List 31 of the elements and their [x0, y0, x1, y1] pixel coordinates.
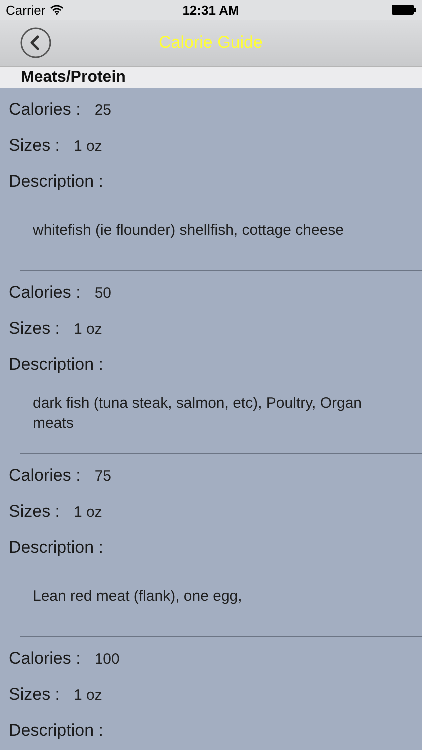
description-label: Description : — [9, 172, 104, 192]
description-label: Description : — [9, 355, 104, 375]
sizes-label: Sizes : — [9, 502, 60, 522]
calories-value: 100 — [94, 650, 120, 668]
calories-label: Calories : — [9, 649, 81, 669]
section-header: Meats/Protein — [0, 67, 422, 88]
screen-title: Calorie Guide — [159, 33, 263, 53]
status-time: 12:31 AM — [182, 2, 240, 18]
description-text: dark fish (tuna steak, salmon, etc), Poultry, Organ meats — [33, 394, 364, 434]
sizes-label: Sizes : — [9, 319, 60, 339]
size-value: 1 oz — [74, 686, 102, 704]
sizes-label: Sizes : — [9, 136, 60, 156]
calories-label: Calories : — [9, 283, 81, 303]
sizes-label: Sizes : — [9, 685, 60, 705]
size-value: 1 oz — [74, 320, 102, 338]
size-value: 1 oz — [74, 504, 102, 520]
description-text: Lean red meat (flank), one egg, — [33, 587, 242, 607]
battery-icon — [392, 5, 416, 15]
description-text: whitefish (ie flounder) shellfish, cottage cheese — [33, 221, 344, 241]
back-icon — [20, 27, 52, 59]
calories-value: 25 — [94, 102, 112, 118]
calories-label: Calories : — [9, 100, 81, 120]
calories-value: 75 — [94, 468, 112, 484]
back-button[interactable] — [20, 27, 52, 59]
calories-value: 50 — [94, 284, 112, 302]
calories-label: Calories : — [9, 466, 81, 486]
description-label: Description : — [9, 721, 104, 741]
carrier-name: Carrier — [6, 2, 46, 18]
wifi-icon — [50, 5, 64, 15]
size-value: 1 oz — [74, 138, 102, 154]
description-label: Description : — [9, 538, 104, 558]
